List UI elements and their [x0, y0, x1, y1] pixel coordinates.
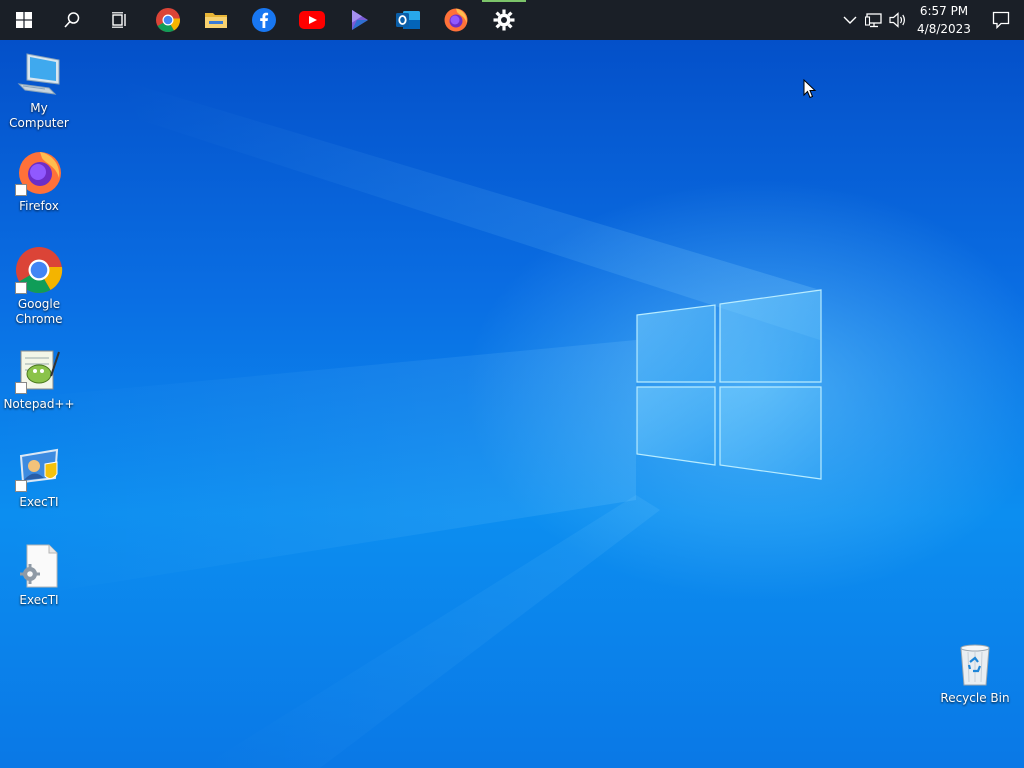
desktop-icon-label: Google Chrome [15, 297, 63, 326]
execti-icon [15, 444, 63, 492]
shortcut-arrow-icon [15, 184, 27, 196]
network-icon [865, 13, 882, 28]
taskbar: 6:57 PM 4/8/2023 [0, 0, 1024, 40]
folder-icon [205, 13, 227, 28]
chrome-icon [15, 246, 63, 294]
volume-icon [889, 12, 905, 28]
desktop-icon-google-chrome[interactable]: Google Chrome [0, 246, 78, 327]
start-button[interactable] [0, 0, 48, 40]
chrome-icon [156, 8, 180, 33]
gear-icon [493, 9, 515, 31]
chevron-up-icon [843, 16, 857, 24]
clock-date: 4/8/2023 [917, 22, 971, 36]
firefox-icon [444, 8, 468, 32]
outlook-icon [396, 11, 420, 29]
desktop-icon-my-computer[interactable]: My Computer [0, 50, 78, 131]
taskbar-chrome[interactable] [144, 0, 192, 40]
network-button[interactable] [862, 0, 886, 40]
action-center-icon [992, 11, 1010, 29]
search-icon [64, 12, 80, 28]
desktop-icon-label: ExecTI [19, 593, 59, 607]
mouse-cursor-icon [803, 79, 817, 99]
shortcut-arrow-icon [15, 480, 27, 492]
windows-logo-icon [16, 12, 32, 28]
shortcut-arrow-icon [15, 282, 27, 294]
firefox-icon [15, 148, 63, 196]
volume-button[interactable] [886, 0, 910, 40]
taskbar-power-automate[interactable] [336, 0, 384, 40]
taskbar-file-explorer[interactable] [192, 0, 240, 40]
clock-time: 6:57 PM [919, 4, 969, 18]
desktop-icon-label: Notepad++ [3, 397, 75, 411]
clock[interactable]: 6:57 PM 4/8/2023 [910, 0, 978, 40]
search-button[interactable] [48, 0, 96, 40]
task-view-icon [112, 12, 126, 28]
notepadpp-icon [15, 346, 63, 394]
wallpaper-windows-logo [0, 80, 822, 768]
desktop-icon-label: Firefox [19, 199, 59, 213]
desktop-icon-notepad-plus-plus[interactable]: Notepad++ [0, 346, 78, 412]
action-center-button[interactable] [978, 0, 1024, 40]
desktop-icon-recycle-bin[interactable]: Recycle Bin [936, 640, 1014, 706]
facebook-icon [252, 8, 276, 32]
taskbar-youtube[interactable] [288, 0, 336, 40]
desktop-icon-label: ExecTI [19, 495, 59, 509]
youtube-icon [299, 11, 325, 29]
desktop-icon-execti-shortcut[interactable]: ExecTI [0, 444, 78, 510]
system-tray: 6:57 PM 4/8/2023 [838, 0, 1024, 40]
power-automate-icon [352, 10, 368, 30]
desktop-icon-label: Recycle Bin [940, 691, 1010, 705]
recycle-bin-icon [951, 640, 999, 688]
desktop-icon-label: My Computer [9, 101, 69, 130]
desktop-icon-firefox[interactable]: Firefox [0, 148, 78, 214]
task-view-button[interactable] [96, 0, 144, 40]
computer-icon [15, 50, 63, 98]
taskbar-facebook[interactable] [240, 0, 288, 40]
show-hidden-icons-button[interactable] [838, 0, 862, 40]
file-gear-icon [15, 542, 63, 590]
desktop-icon-execti-file[interactable]: ExecTI [0, 542, 78, 608]
taskbar-settings[interactable] [480, 0, 528, 40]
taskbar-outlook[interactable] [384, 0, 432, 40]
taskbar-firefox[interactable] [432, 0, 480, 40]
desktop[interactable]: My Computer Firefox Google Chrome Notepa… [0, 40, 1024, 768]
shortcut-arrow-icon [15, 382, 27, 394]
